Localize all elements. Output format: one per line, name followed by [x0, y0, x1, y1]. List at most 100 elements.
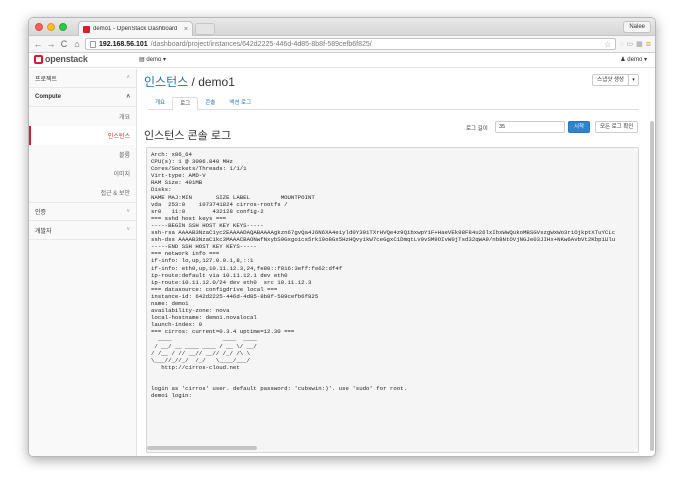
browser-profile-button[interactable]: Nalee — [623, 21, 651, 33]
sidebar-item-access-security[interactable]: 접근 & 보안 — [29, 183, 136, 202]
sidebar-section-label: 인증 — [35, 210, 47, 216]
console-line: Disks: — [151, 186, 172, 194]
console-line: Arch: x86_64 — [151, 151, 192, 158]
go-button[interactable]: 시작 — [568, 121, 591, 133]
console-log-output: Arch: x86_64 CPU(s): 1 @ 3096.840 MHz Core… — [146, 147, 639, 453]
breadcrumb-separator: / — [191, 75, 195, 89]
window-controls — [35, 23, 67, 31]
log-length-label: 로그 길이 — [466, 126, 488, 132]
extension-icon[interactable]: ◌ — [619, 41, 623, 48]
console-line: -----END SSH HOST KEY KEYS----- — [151, 243, 257, 251]
main-content: 인스턴스 / demo1 스냅샷 생성 ▾ 개요 로그 콘솔 액션 로그 인스턴… — [144, 69, 655, 456]
console-line: if-info: lo,up,127.0.0.1,8,::1 — [151, 257, 254, 265]
create-snapshot-button[interactable]: 스냅샷 생성 — [592, 74, 629, 86]
sidebar-item-images[interactable]: 이미지 — [29, 164, 136, 183]
chevron-down-icon: ˅ — [126, 208, 130, 215]
console-line: === datasource: configdrive local === — [151, 285, 278, 293]
console-line: ip-route:10.11.12.0/24 dev eth0 src 10.1… — [151, 278, 312, 286]
actions-dropdown-button[interactable]: ▾ — [628, 74, 639, 86]
console-line: Cores/Sockets/Threads: 1/1/1 — [151, 165, 247, 173]
forward-icon[interactable]: → — [46, 39, 56, 49]
sidebar-section-compute[interactable]: Compute ˄ — [29, 88, 136, 107]
back-icon[interactable]: ← — [33, 39, 43, 49]
close-window-icon[interactable] — [35, 23, 43, 31]
url-host: 192.168.56.101 — [99, 40, 148, 48]
horizontal-scrollbar[interactable] — [147, 446, 257, 450]
sidebar: 프로젝트 ˄ Compute ˄ 개요 인스턴스 볼륨 이미지 접근 & 보안 … — [29, 69, 137, 456]
vertical-scrollbar[interactable] — [650, 121, 654, 451]
console-line: Virt-type: AMD-V — [151, 172, 206, 180]
user-menu[interactable]: ♟ demo ▾ — [620, 56, 647, 63]
translate-icon[interactable]: ▦ — [636, 40, 643, 48]
console-line: / __/ __ ____ ____ / __ \/ __/ — [151, 342, 257, 350]
browser-tab-title: demo1 - OpenStack Dashboard — [93, 26, 178, 32]
tab-action-log[interactable]: 액션 로그 — [222, 97, 258, 109]
console-line: / /__ / // __// __// /_/ /\ \ — [151, 349, 254, 357]
maximize-window-icon[interactable] — [59, 23, 67, 31]
console-line: login as 'cirros' user. default password… — [151, 385, 407, 393]
reload-icon[interactable]: C — [59, 39, 69, 49]
console-line: name: demo1 — [151, 299, 189, 307]
console-line: === sshd host keys === — [151, 214, 227, 222]
console-line: local-hostname: demo1.novalocal — [151, 314, 257, 322]
chevron-up-icon: ˄ — [126, 94, 130, 100]
openstack-favicon-icon — [83, 25, 90, 33]
breadcrumb-instances-link[interactable]: 인스턴스 — [144, 75, 188, 89]
minimize-window-icon[interactable] — [47, 23, 55, 31]
console-line: availability-zone: nova — [151, 307, 230, 315]
sidebar-item-instances[interactable]: 인스턴스 — [29, 126, 136, 145]
view-full-log-button[interactable]: 모든 로그 확인 — [595, 121, 639, 133]
console-line: === cirros: current=0.3.4 uptime=12.30 =… — [151, 328, 295, 336]
new-tab-button[interactable] — [195, 23, 215, 35]
instance-tabs: 개요 로그 콘솔 액션 로그 — [148, 97, 639, 111]
log-length-input[interactable] — [495, 121, 565, 133]
sidebar-item-overview[interactable]: 개요 — [29, 107, 136, 126]
tab-close-icon[interactable]: × — [184, 26, 188, 33]
console-line: \___//_//_/ /_/ \____/___/ — [151, 356, 254, 364]
console-line: sr0 11:0 432128 config-2 — [151, 207, 264, 215]
chevron-up-icon: ˄ — [126, 75, 130, 81]
console-log-title: 인스턴스 콘솔 로그 — [144, 130, 232, 142]
openstack-logo[interactable]: openstack — [34, 54, 88, 64]
home-icon[interactable]: ⌂ — [72, 39, 82, 49]
address-bar[interactable]: 192.168.56.101/dashboard/project/instanc… — [85, 38, 617, 50]
browser-menu-icon[interactable]: ≡ — [646, 39, 651, 49]
tab-overview[interactable]: 개요 — [148, 97, 172, 109]
browser-tab[interactable]: demo1 - OpenStack Dashboard × — [78, 21, 193, 36]
console-line: -----BEGIN SSH HOST KEY KEYS----- — [151, 221, 264, 229]
url-path: /dashboard/project/instances/642d2225-44… — [150, 40, 372, 48]
console-line: RAM Size: 491MB — [151, 179, 203, 187]
console-line: ssh-dss AAAAB3NzaC1kc3MAAACBAONwfNxybS9G… — [151, 236, 616, 244]
page-icon — [90, 40, 96, 48]
sidebar-section-label: 프로젝트 — [35, 76, 58, 83]
browser-window: demo1 - OpenStack Dashboard × Nalee ← → … — [28, 17, 656, 457]
console-line: ssh-rsa AAAAB3NzaC1yc2EAAAADAQABAAAAgkzn… — [151, 229, 616, 237]
sidebar-item-volumes[interactable]: 볼륨 — [29, 145, 136, 164]
console-line: === network info === — [151, 250, 220, 258]
browser-toolbar: ← → C ⌂ 192.168.56.101/dashboard/project… — [29, 36, 655, 53]
console-line: http://cirros-cloud.net — [151, 363, 240, 371]
sidebar-section-identity[interactable]: 인증 ˅ — [29, 202, 136, 221]
console-line: ____ ____ ____ — [151, 335, 257, 343]
chevron-down-icon: ˅ — [126, 227, 130, 233]
sidebar-section-developer[interactable]: 개발자 ˅ — [29, 221, 136, 240]
project-selector[interactable]: ▤ demo ▾ — [139, 56, 166, 63]
instance-name: demo1 — [198, 75, 235, 89]
console-line: vda 253:0 1073741824 cirros-rootfs / — [151, 200, 288, 208]
tab-console[interactable]: 콘솔 — [198, 97, 222, 109]
page-title: 인스턴스 / demo1 — [144, 73, 235, 90]
bookmark-star-icon[interactable]: ☆ — [604, 40, 611, 49]
openstack-logo-icon — [34, 54, 43, 64]
tab-log[interactable]: 로그 — [172, 97, 199, 111]
console-line: instance-id: 642d2225-446d-4d85-8b8f-589… — [151, 292, 319, 300]
sidebar-section-project[interactable]: 프로젝트 ˄ — [29, 69, 136, 88]
logo-text: openstack — [45, 54, 88, 64]
console-line: launch-index: 0 — [151, 321, 203, 329]
cast-icon[interactable]: ▭ — [626, 40, 633, 48]
app-header: openstack ▤ demo ▾ ♟ demo ▾ — [29, 53, 655, 68]
console-line: NAME MAJ:MIN SIZE LABEL MOUNTPOINT — [151, 193, 315, 201]
sidebar-section-label: 개발자 — [35, 228, 52, 235]
console-line: ip-route:default via 10.11.12.1 dev eth0 — [151, 271, 288, 279]
